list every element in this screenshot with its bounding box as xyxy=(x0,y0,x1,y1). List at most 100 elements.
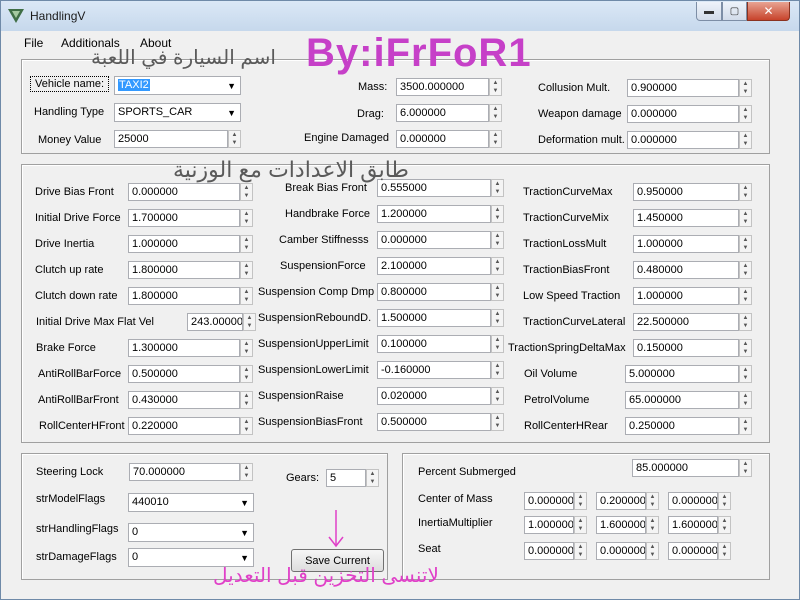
physics-value-spinner[interactable]: ▲ ▼ xyxy=(739,365,752,383)
seat-spinner[interactable]: ▲ ▼ xyxy=(646,542,659,560)
physics-value-spinner[interactable]: ▲ ▼ xyxy=(491,387,504,405)
physics-value-field[interactable]: 2.100000 xyxy=(377,257,491,275)
physics-value-field[interactable]: 1.200000 xyxy=(377,205,491,223)
collusion-mult-field[interactable]: 0.900000 xyxy=(627,79,739,97)
physics-value-spinner[interactable]: ▲ ▼ xyxy=(739,313,752,331)
physics-value-spinner[interactable]: ▲ ▼ xyxy=(739,391,752,409)
center-of-mass-field[interactable]: 0.000000 xyxy=(524,492,574,510)
physics-value-spinner[interactable]: ▲ ▼ xyxy=(240,261,253,279)
physics-value-field[interactable]: 1.000000 xyxy=(633,287,739,305)
physics-value-field[interactable]: 0.950000 xyxy=(633,183,739,201)
physics-value-spinner[interactable]: ▲ ▼ xyxy=(240,391,253,409)
physics-value-spinner[interactable]: ▲ ▼ xyxy=(739,339,752,357)
steering-lock-spinner[interactable]: ▲ ▼ xyxy=(240,463,253,481)
physics-value-field[interactable]: 243.000000 xyxy=(187,313,243,331)
chevron-down-icon[interactable]: ▼ xyxy=(240,498,249,508)
seat-field[interactable]: 0.000000 xyxy=(668,542,718,560)
physics-value-field[interactable]: 0.430000 xyxy=(128,391,240,409)
physics-value-spinner[interactable]: ▲ ▼ xyxy=(240,417,253,435)
weapon-damage-field[interactable]: 0.000000 xyxy=(627,105,739,123)
physics-value-field[interactable]: 65.000000 xyxy=(625,391,739,409)
inertia-multiplier-spinner[interactable]: ▲ ▼ xyxy=(646,516,659,534)
physics-value-field[interactable]: 0.500000 xyxy=(377,413,491,431)
center-of-mass-field[interactable]: 0.200000 xyxy=(596,492,646,510)
model-flags-combo[interactable]: 440010 ▼ xyxy=(128,493,254,512)
steering-lock-field[interactable]: 70.000000 xyxy=(129,463,240,481)
physics-value-spinner[interactable]: ▲ ▼ xyxy=(491,309,504,327)
percent-submerged-field[interactable]: 85.000000 xyxy=(632,459,739,477)
physics-value-field[interactable]: 0.500000 xyxy=(128,365,240,383)
center-of-mass-spinner[interactable]: ▲ ▼ xyxy=(646,492,659,510)
handling-flags-combo[interactable]: 0 ▼ xyxy=(128,523,254,542)
physics-value-field[interactable]: 22.500000 xyxy=(633,313,739,331)
chevron-down-icon[interactable]: ▼ xyxy=(240,553,249,563)
chevron-down-icon[interactable]: ▼ xyxy=(240,528,249,538)
deformation-mult-spinner[interactable]: ▲ ▼ xyxy=(739,131,752,149)
engine-damaged-spinner[interactable]: ▲ ▼ xyxy=(489,130,502,148)
drag-spinner[interactable]: ▲ ▼ xyxy=(489,104,502,122)
physics-value-field[interactable]: 1.000000 xyxy=(128,235,240,253)
physics-value-field[interactable]: -0.160000 xyxy=(377,361,491,379)
inertia-multiplier-field[interactable]: 1.600000 xyxy=(596,516,646,534)
collusion-mult-spinner[interactable]: ▲ ▼ xyxy=(739,79,752,97)
maximize-button[interactable]: ▢ xyxy=(722,2,747,21)
physics-value-spinner[interactable]: ▲ ▼ xyxy=(491,257,504,275)
physics-value-field[interactable]: 1.500000 xyxy=(377,309,491,327)
physics-value-spinner[interactable]: ▲ ▼ xyxy=(491,205,504,223)
gears-field[interactable]: 5 xyxy=(326,469,366,487)
physics-value-spinner[interactable]: ▲ ▼ xyxy=(739,261,752,279)
physics-value-spinner[interactable]: ▲ ▼ xyxy=(243,313,256,331)
physics-value-spinner[interactable]: ▲ ▼ xyxy=(491,413,504,431)
physics-value-spinner[interactable]: ▲ ▼ xyxy=(491,179,504,197)
physics-value-field[interactable]: 1.800000 xyxy=(128,287,240,305)
physics-value-spinner[interactable]: ▲ ▼ xyxy=(491,335,504,353)
drag-field[interactable]: 6.000000 xyxy=(396,104,489,122)
chevron-down-icon[interactable]: ▼ xyxy=(227,108,236,118)
money-value-spinner[interactable]: ▲ ▼ xyxy=(228,130,241,148)
physics-value-field[interactable]: 0.220000 xyxy=(128,417,240,435)
physics-value-field[interactable]: 0.000000 xyxy=(128,183,240,201)
seat-field[interactable]: 0.000000 xyxy=(524,542,574,560)
title-bar[interactable]: HandlingV ▬ ▢ ✕ xyxy=(1,1,799,31)
physics-value-spinner[interactable]: ▲ ▼ xyxy=(491,361,504,379)
physics-value-field[interactable]: 0.480000 xyxy=(633,261,739,279)
physics-value-spinner[interactable]: ▲ ▼ xyxy=(240,183,253,201)
seat-field[interactable]: 0.000000 xyxy=(596,542,646,560)
minimize-button[interactable]: ▬ xyxy=(696,2,722,21)
physics-value-spinner[interactable]: ▲ ▼ xyxy=(491,283,504,301)
physics-value-spinner[interactable]: ▲ ▼ xyxy=(739,287,752,305)
deformation-mult-field[interactable]: 0.000000 xyxy=(627,131,739,149)
physics-value-field[interactable]: 1.800000 xyxy=(128,261,240,279)
percent-submerged-spinner[interactable]: ▲ ▼ xyxy=(739,459,752,477)
physics-value-field[interactable]: 0.800000 xyxy=(377,283,491,301)
physics-value-spinner[interactable]: ▲ ▼ xyxy=(739,417,752,435)
physics-value-field[interactable]: 5.000000 xyxy=(625,365,739,383)
mass-spinner[interactable]: ▲ ▼ xyxy=(489,78,502,96)
inertia-multiplier-spinner[interactable]: ▲ ▼ xyxy=(718,516,731,534)
inertia-multiplier-field[interactable]: 1.600000 xyxy=(668,516,718,534)
physics-value-spinner[interactable]: ▲ ▼ xyxy=(240,339,253,357)
vehicle-name-combo[interactable]: TAXI2 ▼ xyxy=(114,76,241,95)
physics-value-field[interactable]: 1.300000 xyxy=(128,339,240,357)
physics-value-field[interactable]: 1.700000 xyxy=(128,209,240,227)
close-button[interactable]: ✕ xyxy=(747,2,790,21)
physics-value-spinner[interactable]: ▲ ▼ xyxy=(491,231,504,249)
center-of-mass-spinner[interactable]: ▲ ▼ xyxy=(574,492,587,510)
handling-type-combo[interactable]: SPORTS_CAR ▼ xyxy=(114,103,241,122)
physics-value-spinner[interactable]: ▲ ▼ xyxy=(739,209,752,227)
center-of-mass-spinner[interactable]: ▲ ▼ xyxy=(718,492,731,510)
seat-spinner[interactable]: ▲ ▼ xyxy=(718,542,731,560)
center-of-mass-field[interactable]: 0.000000 xyxy=(668,492,718,510)
physics-value-spinner[interactable]: ▲ ▼ xyxy=(240,287,253,305)
inertia-multiplier-spinner[interactable]: ▲ ▼ xyxy=(574,516,587,534)
mass-field[interactable]: 3500.000000 xyxy=(396,78,489,96)
physics-value-spinner[interactable]: ▲ ▼ xyxy=(739,235,752,253)
physics-value-field[interactable]: 1.000000 xyxy=(633,235,739,253)
gears-spinner[interactable]: ▲ ▼ xyxy=(366,469,379,487)
physics-value-field[interactable]: 0.150000 xyxy=(633,339,739,357)
physics-value-field[interactable]: 0.020000 xyxy=(377,387,491,405)
money-value-field[interactable]: 25000 xyxy=(114,130,228,148)
weapon-damage-spinner[interactable]: ▲ ▼ xyxy=(739,105,752,123)
physics-value-spinner[interactable]: ▲ ▼ xyxy=(240,235,253,253)
physics-value-field[interactable]: 0.000000 xyxy=(377,231,491,249)
